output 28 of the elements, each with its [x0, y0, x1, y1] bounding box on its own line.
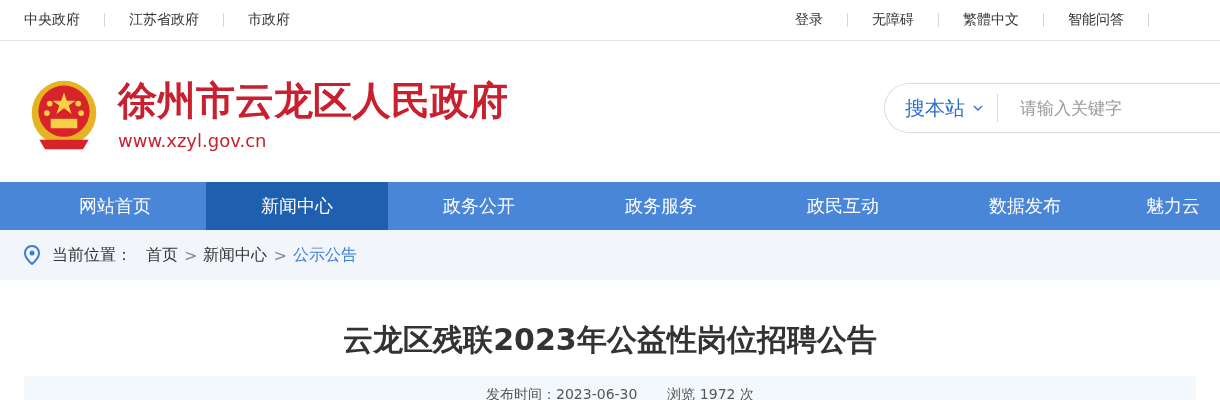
site-url[interactable]: www.xzyl.gov.cn — [118, 130, 508, 151]
breadcrumb-label: 当前位置： — [52, 244, 132, 266]
search-scope-dropdown[interactable]: 搜本站 — [905, 94, 965, 122]
top-link[interactable]: 智能问答 — [1068, 11, 1124, 29]
nav-tab[interactable]: 新闻中心 — [206, 182, 388, 230]
top-link[interactable]: 江苏省政府 — [129, 11, 199, 29]
nav-tab[interactable]: 网站首页 — [24, 182, 206, 230]
nav-tab[interactable]: 政务服务 — [570, 182, 752, 230]
top-link[interactable]: 中央政府 — [24, 11, 80, 29]
breadcrumb-link[interactable]: 公示公告 — [292, 244, 357, 266]
breadcrumb-separator: > — [184, 245, 198, 265]
article-title: 云龙区残联2023年公益性岗位招聘公告 — [342, 321, 878, 359]
nav-tab[interactable]: 政务公开 — [388, 182, 570, 230]
top-link[interactable]: 登录 — [795, 11, 823, 29]
caret-icon — [973, 105, 983, 111]
publish-date: 发布时间：2023-06-30 — [486, 386, 638, 400]
nav-tab[interactable]: 数据发布 — [934, 182, 1116, 230]
breadcrumb-separator: > — [273, 245, 287, 265]
top-link[interactable]: 市政府 — [248, 11, 290, 29]
top-link[interactable]: 无障碍 — [872, 11, 914, 29]
location-pin-icon — [24, 245, 40, 265]
top-link[interactable]: 繁體中文 — [963, 11, 1019, 29]
breadcrumb-link[interactable]: 首页 — [146, 244, 178, 266]
search-input[interactable]: 请输入关键字 — [997, 94, 1202, 122]
breadcrumb-link[interactable]: 新闻中心 — [203, 244, 268, 266]
nav-tab[interactable]: 魅力云 — [1116, 182, 1220, 230]
nav-tab[interactable]: 政民互动 — [752, 182, 934, 230]
site-name: 徐州市云龙区人民政府 — [118, 78, 508, 124]
